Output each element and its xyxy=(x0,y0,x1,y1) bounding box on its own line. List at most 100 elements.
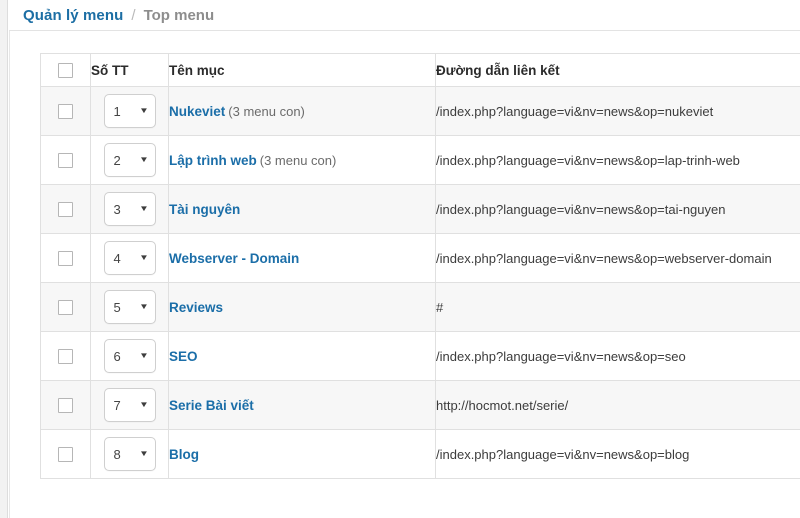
table-row: 4 ▼ Webserver - Domain /index.php?langua… xyxy=(40,233,800,283)
menu-item-link[interactable]: Reviews xyxy=(169,300,223,315)
app-screen: Quản lý menu / Top menu Số TT Tên mục Đư… xyxy=(0,0,800,518)
order-select[interactable]: 4 ▼ xyxy=(103,241,156,275)
row-select-cell xyxy=(40,86,91,136)
order-select-value: 6 xyxy=(113,348,121,364)
page-left-gutter xyxy=(0,0,8,518)
row-name-cell: Reviews xyxy=(168,282,436,332)
order-select-value: 7 xyxy=(113,397,121,413)
row-checkbox[interactable] xyxy=(58,349,73,365)
row-name-cell: Tài nguyên xyxy=(168,184,436,234)
table-row: 6 ▼ SEO /index.php?language=vi&nv=news&o… xyxy=(40,331,800,381)
row-link-cell: /index.php?language=vi&nv=news&op=tai-ng… xyxy=(435,184,800,234)
row-select-cell xyxy=(40,429,91,479)
row-name-cell: Lập trình web (3 menu con) xyxy=(168,135,436,185)
table-row: 2 ▼ Lập trình web (3 menu con) /index.php… xyxy=(40,135,800,185)
table-header-row: Số TT Tên mục Đường dẫn liên kết xyxy=(40,53,800,87)
row-select-cell xyxy=(40,135,91,185)
chevron-down-icon: ▼ xyxy=(138,253,149,262)
order-select-value: 2 xyxy=(113,152,121,168)
row-order-cell: 8 ▼ xyxy=(90,429,169,479)
row-checkbox[interactable] xyxy=(58,202,73,218)
table-row: 3 ▼ Tài nguyên /index.php?language=vi&nv… xyxy=(40,184,800,234)
row-select-cell xyxy=(40,331,91,381)
row-link-cell: http://hocmot.net/serie/ xyxy=(435,380,800,430)
row-order-cell: 4 ▼ xyxy=(90,233,169,283)
chevron-down-icon: ▼ xyxy=(138,351,149,360)
column-header-select-all xyxy=(40,53,91,87)
menu-item-link[interactable]: Serie Bài viết xyxy=(169,398,254,413)
row-checkbox[interactable] xyxy=(58,447,73,463)
menu-item-subcount: (3 menu con) xyxy=(259,152,337,168)
row-checkbox[interactable] xyxy=(58,104,73,120)
menu-item-link[interactable]: Tài nguyên xyxy=(169,202,240,217)
content-panel: Số TT Tên mục Đường dẫn liên kết 1 ▼ Nuk… xyxy=(9,31,800,518)
row-select-cell xyxy=(40,282,91,332)
breadcrumb: Quản lý menu / Top menu xyxy=(9,0,800,31)
row-link-cell: /index.php?language=vi&nv=news&op=webser… xyxy=(435,233,800,283)
row-checkbox[interactable] xyxy=(58,300,73,316)
order-select[interactable]: 7 ▼ xyxy=(103,388,156,422)
chevron-down-icon: ▼ xyxy=(138,106,149,115)
menu-item-url: http://hocmot.net/serie/ xyxy=(436,397,569,413)
table-row: 8 ▼ Blog /index.php?language=vi&nv=news&… xyxy=(40,429,800,479)
menu-item-subcount: (3 menu con) xyxy=(228,103,305,119)
row-link-cell: # xyxy=(435,282,800,332)
menu-item-url: # xyxy=(436,299,444,315)
order-select[interactable]: 1 ▼ xyxy=(103,94,156,128)
row-checkbox[interactable] xyxy=(58,153,73,169)
chevron-down-icon: ▼ xyxy=(138,155,149,164)
chevron-down-icon: ▼ xyxy=(138,204,149,213)
row-select-cell xyxy=(40,380,91,430)
select-all-checkbox[interactable] xyxy=(58,62,73,78)
order-select[interactable]: 6 ▼ xyxy=(103,339,156,373)
order-select[interactable]: 3 ▼ xyxy=(103,192,156,226)
order-select[interactable]: 2 ▼ xyxy=(103,143,156,177)
order-select[interactable]: 8 ▼ xyxy=(103,437,156,471)
row-checkbox[interactable] xyxy=(58,251,73,267)
row-link-cell: /index.php?language=vi&nv=news&op=blog xyxy=(435,429,800,479)
row-name-cell: SEO xyxy=(168,331,436,381)
breadcrumb-current: Top menu xyxy=(143,6,215,24)
row-link-cell: /index.php?language=vi&nv=news&op=lap-tr… xyxy=(435,135,800,185)
row-checkbox[interactable] xyxy=(58,398,73,414)
column-header-order: Số TT xyxy=(90,53,169,87)
menu-item-link[interactable]: Webserver - Domain xyxy=(169,251,299,266)
chevron-down-icon: ▼ xyxy=(138,449,149,458)
menu-item-url: /index.php?language=vi&nv=news&op=blog xyxy=(436,446,690,462)
row-select-cell xyxy=(40,184,91,234)
column-header-link: Đường dẫn liên kết xyxy=(435,53,800,87)
menu-table-wrapper: Số TT Tên mục Đường dẫn liên kết 1 ▼ Nuk… xyxy=(40,53,800,479)
row-select-cell xyxy=(40,233,91,283)
row-order-cell: 3 ▼ xyxy=(90,184,169,234)
order-select-value: 8 xyxy=(113,446,121,462)
menu-table: Số TT Tên mục Đường dẫn liên kết 1 ▼ Nuk… xyxy=(40,53,800,479)
row-name-cell: Nukeviet (3 menu con) xyxy=(168,86,436,136)
menu-item-url: /index.php?language=vi&nv=news&op=lap-tr… xyxy=(436,152,740,168)
breadcrumb-parent-link[interactable]: Quản lý menu xyxy=(23,7,123,24)
row-name-cell: Blog xyxy=(168,429,436,479)
row-order-cell: 1 ▼ xyxy=(90,86,169,136)
chevron-down-icon: ▼ xyxy=(138,400,149,409)
menu-item-link[interactable]: Lập trình web xyxy=(169,153,257,168)
table-row: 7 ▼ Serie Bài viết http://hocmot.net/ser… xyxy=(40,380,800,430)
column-header-name: Tên mục xyxy=(168,53,436,87)
row-order-cell: 2 ▼ xyxy=(90,135,169,185)
table-row: 5 ▼ Reviews # xyxy=(40,282,800,332)
order-select-value: 5 xyxy=(113,299,121,315)
order-select-value: 1 xyxy=(113,103,121,119)
row-order-cell: 5 ▼ xyxy=(90,282,169,332)
row-order-cell: 6 ▼ xyxy=(90,331,169,381)
menu-item-link[interactable]: SEO xyxy=(169,349,198,364)
table-row: 1 ▼ Nukeviet (3 menu con) /index.php?lang… xyxy=(40,86,800,136)
row-name-cell: Serie Bài viết xyxy=(168,380,436,430)
row-link-cell: /index.php?language=vi&nv=news&op=seo xyxy=(435,331,800,381)
row-link-cell: /index.php?language=vi&nv=news&op=nukevi… xyxy=(435,86,800,136)
menu-table-head: Số TT Tên mục Đường dẫn liên kết xyxy=(40,53,800,87)
order-select[interactable]: 5 ▼ xyxy=(103,290,156,324)
row-order-cell: 7 ▼ xyxy=(90,380,169,430)
order-select-value: 4 xyxy=(113,250,121,266)
menu-item-url: /index.php?language=vi&nv=news&op=webser… xyxy=(436,250,772,266)
menu-item-url: /index.php?language=vi&nv=news&op=nukevi… xyxy=(436,103,714,119)
menu-item-link[interactable]: Blog xyxy=(169,447,199,462)
menu-item-link[interactable]: Nukeviet xyxy=(169,104,225,119)
